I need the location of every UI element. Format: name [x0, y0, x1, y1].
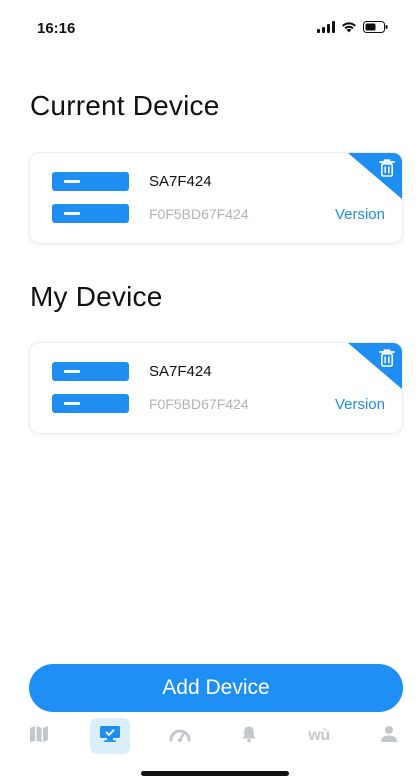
version-link[interactable]: Version [335, 396, 385, 413]
battery-icon [363, 21, 388, 33]
device-icon [99, 725, 121, 748]
status-icons [317, 21, 388, 33]
trash-icon [378, 348, 396, 373]
tab-profile[interactable] [369, 718, 409, 754]
tab-notifications[interactable] [229, 718, 269, 754]
device-name: SA7F424 [149, 363, 212, 380]
trash-icon [378, 158, 396, 183]
current-device-card[interactable]: SA7F424 F0F5BD67F424 Version [29, 152, 403, 244]
my-device-card[interactable]: SA7F424 F0F5BD67F424 Version [29, 342, 403, 434]
map-icon [29, 725, 49, 748]
tab-gauge[interactable] [160, 718, 200, 754]
delete-device-button[interactable] [348, 153, 402, 199]
tab-device[interactable] [90, 718, 130, 754]
device-mac: F0F5BD67F424 [149, 206, 249, 222]
add-device-button[interactable]: Add Device [29, 664, 403, 712]
bell-icon [241, 725, 257, 748]
current-device-title: Current Device [30, 90, 220, 121]
tab-wu[interactable]: wù [299, 718, 339, 754]
signal-icon [317, 21, 335, 33]
wifi-icon [341, 21, 357, 33]
version-link[interactable]: Version [335, 206, 385, 223]
device-screen: 16:16 Current Device SA7F424 F0F5BD67F42… [0, 0, 418, 778]
device-type-bar [52, 172, 129, 191]
home-indicator [141, 771, 289, 776]
device-name: SA7F424 [149, 173, 212, 190]
device-mac: F0F5BD67F424 [149, 396, 249, 412]
gauge-icon [169, 726, 191, 747]
tab-map[interactable] [19, 718, 59, 754]
wu-icon: wù [308, 727, 330, 744]
tab-bar: wù [0, 716, 418, 758]
device-id-bar [52, 394, 129, 413]
delete-device-button[interactable] [348, 343, 402, 389]
device-type-bar [52, 362, 129, 381]
status-time: 16:16 [37, 20, 76, 37]
device-id-bar [52, 204, 129, 223]
status-bar: 16:16 [0, 0, 418, 56]
user-icon [380, 725, 398, 748]
my-device-title: My Device [30, 281, 163, 312]
